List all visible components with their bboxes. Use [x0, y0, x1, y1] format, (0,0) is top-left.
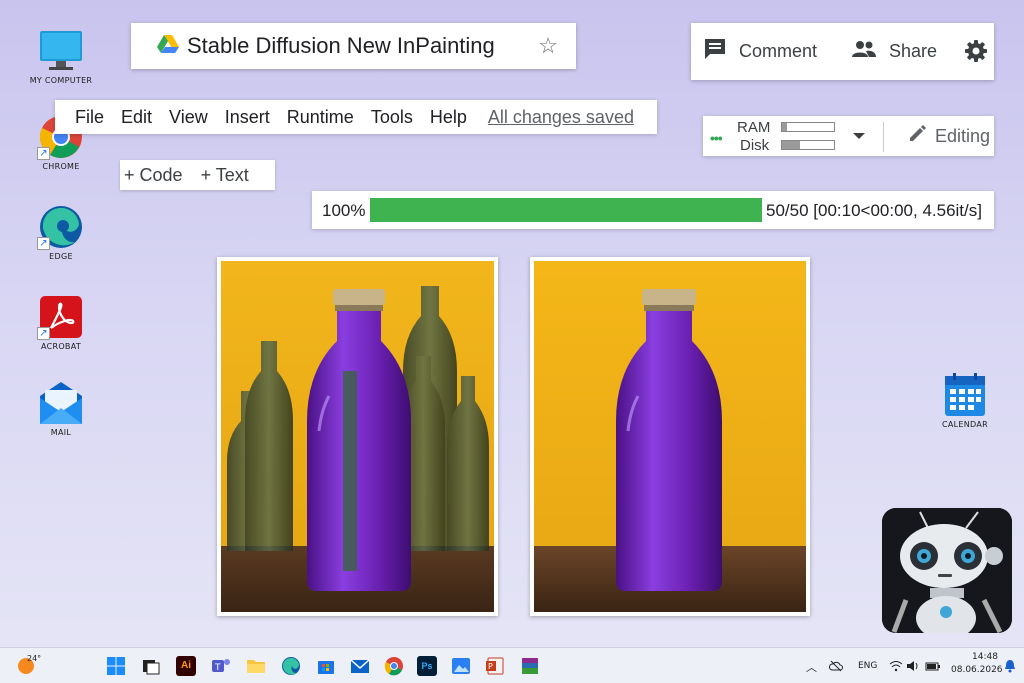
mail-taskbar-icon[interactable] — [350, 656, 370, 676]
desktop-icon-label: ACROBAT — [40, 342, 82, 351]
language-indicator[interactable]: ENG — [858, 661, 877, 671]
menu-insert[interactable]: Insert — [225, 107, 270, 128]
menu-bar: File Edit View Insert Runtime Tools Help… — [55, 100, 657, 134]
add-code-label: Code — [139, 164, 183, 185]
chevron-down-icon[interactable] — [853, 133, 865, 139]
desktop-icon-mail[interactable]: MAIL — [26, 380, 96, 437]
plus-icon: + — [124, 164, 135, 185]
ram-label: RAM — [737, 119, 771, 136]
progress-output: 100% 50/50 [00:10<00:00, 4.56it/s] — [312, 191, 994, 229]
disk-label: Disk — [740, 137, 770, 154]
teams-icon[interactable]: T — [211, 656, 231, 676]
disk-meter — [781, 140, 835, 150]
settings-gear-icon[interactable] — [964, 39, 988, 68]
desktop-icon-label: MAIL — [50, 428, 72, 437]
inpainted-image — [530, 257, 810, 616]
notebook-title-bar: Stable Diffusion New InPainting ☆ — [131, 23, 576, 69]
desktop-icon-label: CALENDAR — [941, 420, 988, 429]
progress-percent: 100% — [322, 201, 366, 220]
add-cell-bar: + Code + Text — [120, 160, 275, 190]
add-code-button[interactable]: + Code — [124, 165, 183, 186]
acrobat-icon: ↗ — [37, 294, 85, 340]
notebook-title[interactable]: Stable Diffusion New InPainting — [187, 33, 495, 59]
progress-stats: 50/50 [00:10<00:00, 4.56it/s] — [766, 201, 982, 220]
edge-icon: ↗ — [37, 204, 85, 250]
cloud-sync-icon[interactable] — [828, 659, 843, 673]
volume-icon[interactable] — [906, 659, 920, 673]
drive-icon — [157, 34, 179, 59]
desktop-icon-label: MY COMPUTER — [29, 76, 93, 85]
comment-label: Comment — [739, 41, 818, 61]
progress-bar — [370, 198, 762, 222]
menu-edit[interactable]: Edit — [121, 107, 152, 128]
share-button[interactable]: Share — [851, 39, 937, 64]
wifi-icon[interactable] — [889, 659, 903, 673]
illustrator-icon[interactable]: Ai — [176, 656, 196, 676]
star-icon[interactable]: ☆ — [538, 33, 558, 59]
connected-dots-icon: ••• — [710, 130, 723, 146]
photos-icon[interactable] — [451, 656, 471, 676]
comment-button[interactable]: Comment — [703, 37, 817, 66]
runtime-resources[interactable]: ••• RAM Disk Editing — [703, 116, 994, 156]
editing-mode-button[interactable]: Editing — [907, 124, 990, 149]
winrar-icon[interactable] — [520, 656, 540, 676]
editing-label: Editing — [935, 126, 991, 146]
clock-date[interactable]: 08.06.2026 — [951, 665, 1003, 675]
comment-icon — [703, 37, 727, 66]
monitor-icon — [37, 28, 85, 74]
chevron-up-icon[interactable]: ︿ — [806, 659, 817, 675]
plus-icon: + — [200, 164, 212, 185]
chrome-taskbar-icon[interactable] — [384, 656, 404, 676]
desktop-icon-acrobat[interactable]: ↗ ACROBAT — [26, 294, 96, 351]
add-text-button[interactable]: + Text — [201, 165, 249, 186]
powerpoint-icon[interactable]: P — [485, 656, 505, 676]
menu-tools[interactable]: Tools — [371, 107, 413, 128]
save-status-link[interactable]: All changes saved — [488, 107, 634, 128]
menu-view[interactable]: View — [169, 107, 208, 128]
menu-file[interactable]: File — [75, 107, 104, 128]
mail-icon — [37, 380, 85, 426]
svg-text:P: P — [488, 662, 493, 671]
robot-mascot-image — [882, 508, 1012, 633]
svg-text:T: T — [214, 663, 221, 673]
windows-start-icon[interactable] — [106, 656, 126, 676]
calendar-icon — [941, 372, 989, 418]
ram-meter — [781, 122, 835, 132]
original-image — [217, 257, 498, 616]
notification-bell-icon[interactable] — [1004, 659, 1016, 673]
desktop-icon-my-computer[interactable]: MY COMPUTER — [26, 28, 96, 85]
menu-help[interactable]: Help — [430, 107, 467, 128]
desktop-icon-calendar[interactable]: CALENDAR — [930, 372, 1000, 429]
desktop-icon-edge[interactable]: ↗ EDGE — [26, 204, 96, 261]
menu-runtime[interactable]: Runtime — [287, 107, 354, 128]
photoshop-icon[interactable]: Ps — [417, 656, 437, 676]
clock-time[interactable]: 14:48 — [972, 652, 998, 662]
add-text-label: Text — [215, 164, 249, 185]
task-view-icon[interactable] — [141, 656, 161, 676]
share-label: Share — [889, 41, 938, 61]
desktop-icon-label: EDGE — [49, 252, 73, 261]
divider — [883, 122, 884, 152]
desktop-icon-label: CHROME — [42, 162, 80, 171]
pencil-icon — [907, 124, 927, 149]
battery-icon[interactable] — [925, 659, 941, 673]
people-icon — [851, 39, 877, 64]
weather-temp: 24° — [27, 654, 42, 663]
header-actions: Comment Share — [691, 23, 994, 80]
file-explorer-icon[interactable] — [246, 656, 266, 676]
store-icon[interactable] — [316, 656, 336, 676]
taskbar: 24° Ai T Ps P ︿ ENG 14:48 08.06.2026 — [0, 647, 1024, 683]
edge-taskbar-icon[interactable] — [281, 656, 301, 676]
